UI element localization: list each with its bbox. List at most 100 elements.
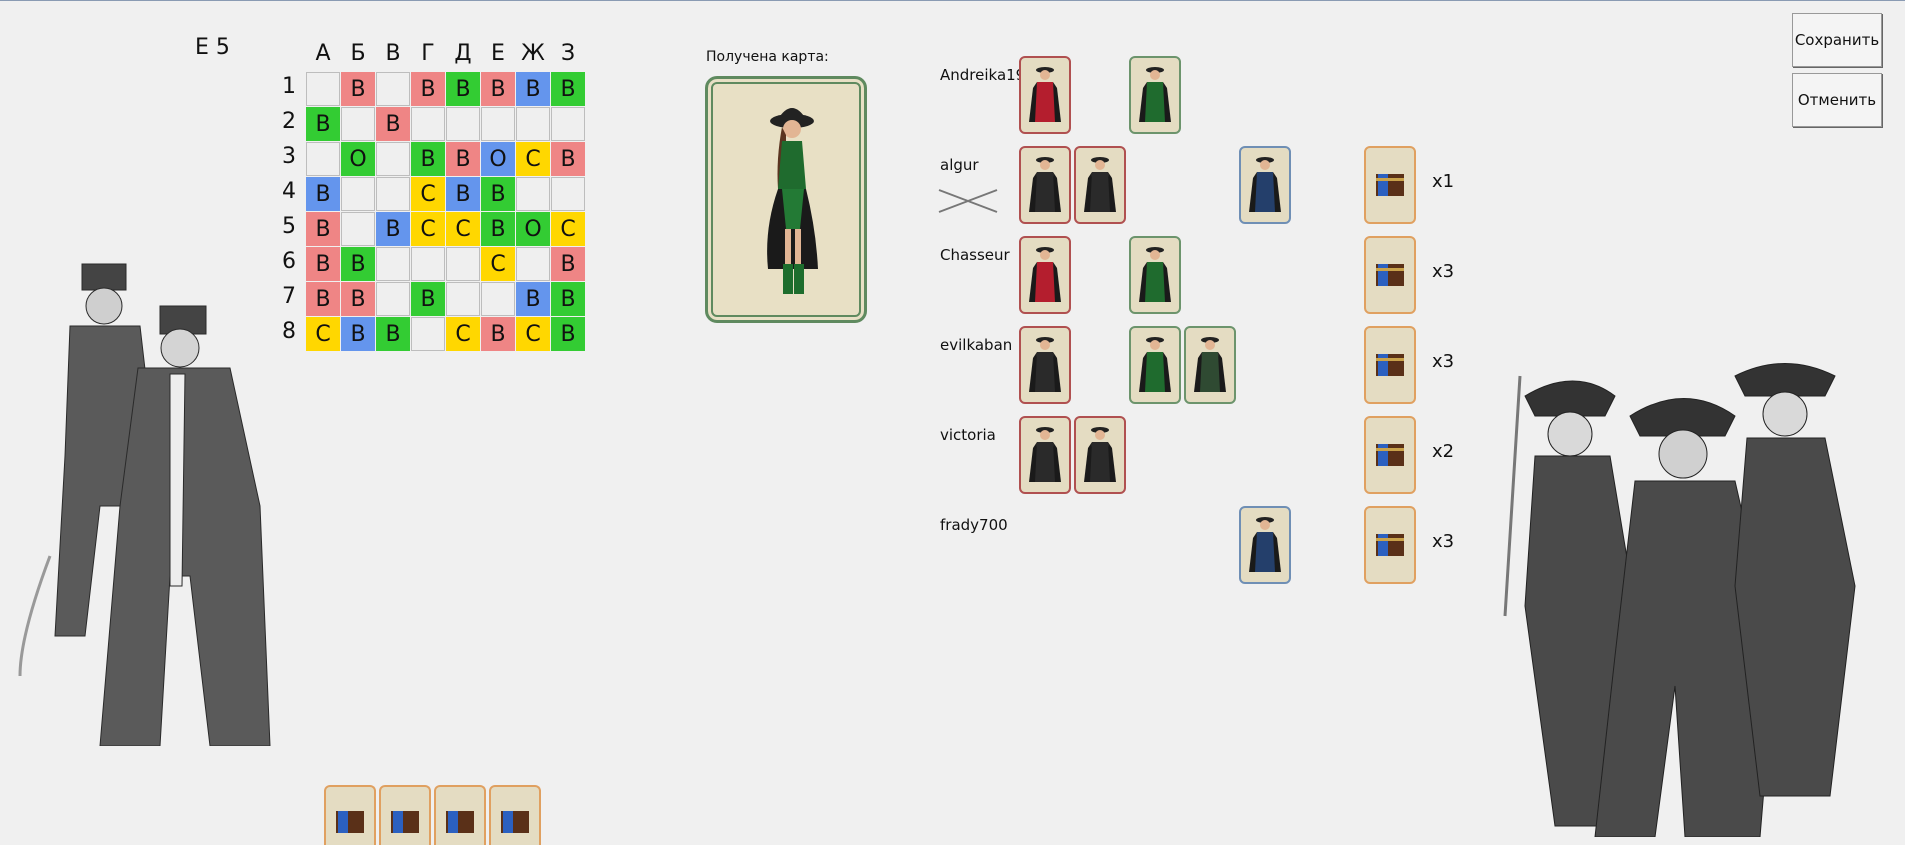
board-cell[interactable] xyxy=(446,247,480,281)
board-cell[interactable]: О xyxy=(481,142,515,176)
player-card[interactable] xyxy=(1074,146,1126,224)
player-card[interactable] xyxy=(1019,416,1071,494)
board-cell[interactable]: В xyxy=(446,72,480,106)
save-button[interactable]: Сохранить xyxy=(1792,13,1882,67)
current-cell-label: Е 5 xyxy=(195,35,230,60)
board-cell[interactable]: С xyxy=(481,247,515,281)
board-cell[interactable]: С xyxy=(446,317,480,351)
board-cell[interactable]: В xyxy=(446,142,480,176)
board-cell[interactable]: В xyxy=(376,212,410,246)
treasure-chest-card[interactable] xyxy=(1364,506,1416,584)
board-cell[interactable]: С xyxy=(516,317,550,351)
player-card[interactable] xyxy=(1129,326,1181,404)
board-cell[interactable]: В xyxy=(341,72,375,106)
player-card[interactable] xyxy=(1129,236,1181,314)
board-cell[interactable] xyxy=(551,177,585,211)
board-cell[interactable]: В xyxy=(306,107,340,141)
player-card[interactable] xyxy=(1019,56,1071,134)
board-cell[interactable] xyxy=(446,282,480,316)
board-cell[interactable]: В xyxy=(446,177,480,211)
board-cell[interactable]: В xyxy=(551,247,585,281)
board-cell[interactable] xyxy=(446,107,480,141)
cancel-button[interactable]: Отменить xyxy=(1792,73,1882,127)
board-cell[interactable] xyxy=(481,282,515,316)
received-card-label: Получена карта: xyxy=(706,49,829,65)
board-cell[interactable]: В xyxy=(481,317,515,351)
player-card[interactable] xyxy=(1239,146,1291,224)
board-cell[interactable] xyxy=(481,107,515,141)
board-cell[interactable] xyxy=(341,212,375,246)
board-cell[interactable]: С xyxy=(411,177,445,211)
pirate-woman-icon xyxy=(767,108,818,294)
treasure-chest-card[interactable] xyxy=(1364,416,1416,494)
hand-chest-card[interactable] xyxy=(324,785,376,845)
board-cell[interactable]: С xyxy=(306,317,340,351)
board-cell[interactable]: С xyxy=(516,142,550,176)
board-cell[interactable] xyxy=(376,142,410,176)
board-cell[interactable]: С xyxy=(411,212,445,246)
board-cell[interactable] xyxy=(341,107,375,141)
board-cell[interactable]: В xyxy=(411,282,445,316)
player-card[interactable] xyxy=(1239,506,1291,584)
board-cell[interactable]: В xyxy=(376,317,410,351)
board-cell[interactable]: В xyxy=(516,282,550,316)
hand-chest-card[interactable] xyxy=(434,785,486,845)
board-cell[interactable]: В xyxy=(341,317,375,351)
board-cell[interactable]: В xyxy=(551,317,585,351)
board-cell[interactable] xyxy=(551,107,585,141)
treasure-chest-card[interactable] xyxy=(1364,236,1416,314)
board-cell[interactable]: В xyxy=(306,177,340,211)
treasure-chest-card[interactable] xyxy=(1364,146,1416,224)
board-cell[interactable]: В xyxy=(551,282,585,316)
board-cell[interactable]: В xyxy=(411,72,445,106)
board-cell[interactable]: В xyxy=(341,247,375,281)
treasure-chest-card[interactable] xyxy=(1364,326,1416,404)
board-row-header: 1 xyxy=(282,74,296,99)
pirate-figure-icon xyxy=(1084,157,1116,212)
board-cell[interactable]: С xyxy=(446,212,480,246)
hand-chest-card[interactable] xyxy=(489,785,541,845)
board-cell[interactable]: В xyxy=(516,72,550,106)
player-card[interactable] xyxy=(1019,236,1071,314)
board-cell[interactable] xyxy=(411,317,445,351)
board-cell[interactable]: В xyxy=(306,247,340,281)
board-cell[interactable] xyxy=(376,282,410,316)
board-cell[interactable]: В xyxy=(481,72,515,106)
board-cell[interactable]: В xyxy=(306,212,340,246)
board-cell[interactable]: О xyxy=(516,212,550,246)
officers-illustration xyxy=(18,263,271,746)
treasure-chest-icon xyxy=(1376,534,1404,556)
board-cell[interactable]: В xyxy=(306,282,340,316)
board-cell[interactable] xyxy=(516,177,550,211)
board-cell[interactable]: О xyxy=(341,142,375,176)
board-cell[interactable] xyxy=(376,177,410,211)
board-cell[interactable]: В xyxy=(376,107,410,141)
board-cell[interactable] xyxy=(306,72,340,106)
board-cell[interactable] xyxy=(306,142,340,176)
pirate-figure-icon xyxy=(1029,427,1061,482)
board-cell[interactable]: В xyxy=(481,177,515,211)
board-cell[interactable]: В xyxy=(551,72,585,106)
board-row-header: 4 xyxy=(282,179,296,204)
board-cell[interactable] xyxy=(516,247,550,281)
board-cell[interactable] xyxy=(376,72,410,106)
pirate-figure-icon xyxy=(1029,67,1061,122)
board-cell[interactable]: В xyxy=(551,142,585,176)
board-cell[interactable]: В xyxy=(341,282,375,316)
player-card[interactable] xyxy=(1184,326,1236,404)
board-cell[interactable] xyxy=(516,107,550,141)
board-cell[interactable] xyxy=(376,247,410,281)
board-cell[interactable]: С xyxy=(551,212,585,246)
board-column-header: Г xyxy=(421,41,435,66)
hand-chest-card[interactable] xyxy=(379,785,431,845)
pirate-figure-icon xyxy=(1029,157,1061,212)
board-cell[interactable] xyxy=(411,247,445,281)
board-cell[interactable]: В xyxy=(411,142,445,176)
player-card[interactable] xyxy=(1019,326,1071,404)
board-cell[interactable] xyxy=(411,107,445,141)
board-cell[interactable] xyxy=(341,177,375,211)
player-card[interactable] xyxy=(1019,146,1071,224)
player-card[interactable] xyxy=(1074,416,1126,494)
player-card[interactable] xyxy=(1129,56,1181,134)
board-cell[interactable]: В xyxy=(481,212,515,246)
